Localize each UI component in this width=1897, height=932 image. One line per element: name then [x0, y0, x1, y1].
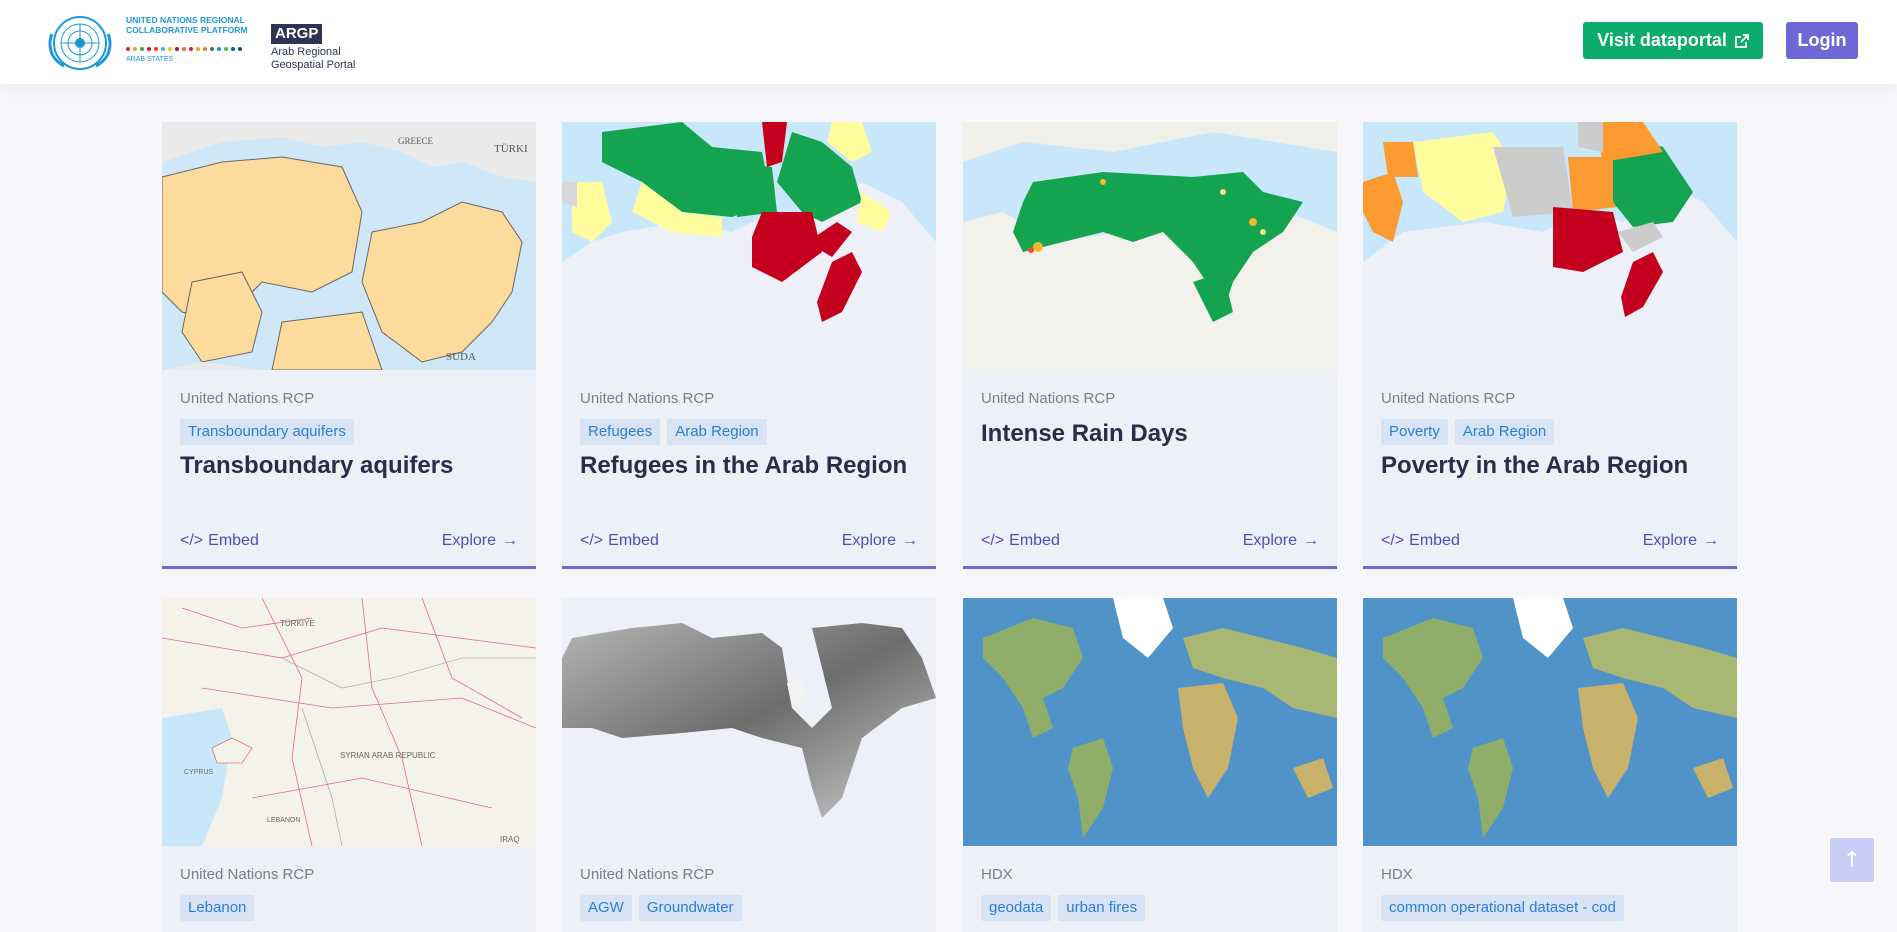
login-button[interactable]: Login [1786, 22, 1858, 59]
tag[interactable]: urban fires [1058, 895, 1146, 921]
tag[interactable]: Poverty [1381, 419, 1448, 445]
card-tags: Transboundary aquifers [180, 419, 354, 445]
tag[interactable]: Arab Region [1454, 419, 1555, 445]
arrow-up-icon: ↑ [1842, 847, 1862, 873]
tag[interactable]: Groundwater [638, 895, 742, 921]
argp-logo-name: Arab Regional Geospatial Portal [271, 46, 355, 72]
embed-label: Embed [608, 532, 659, 549]
code-icon: </> [180, 532, 204, 549]
dataset-card[interactable]: United Nations RCP AGW Groundwater [562, 598, 936, 932]
map-thumbnail[interactable]: TÜRKIYE CYPRUS SYRIAN ARAB REPUBLIC LEBA… [162, 598, 536, 846]
tag[interactable]: geodata [981, 895, 1052, 921]
code-icon: </> [981, 532, 1005, 549]
map-label-iraq: IRAQ [500, 835, 520, 844]
tag[interactable]: Transboundary aquifers [180, 419, 354, 445]
explore-label: Explore [841, 532, 896, 549]
map-label-sudan: SUDA [446, 351, 476, 363]
embed-link[interactable]: </> Embed [580, 532, 659, 550]
argp-logo-badge[interactable]: ARGP [271, 24, 323, 44]
card-source: United Nations RCP [1381, 390, 1516, 407]
visit-dataportal-button[interactable]: Visit dataportal [1583, 22, 1763, 59]
map-thumbnail[interactable]: GREECE TÜRKI SUDA [162, 122, 536, 370]
embed-label: Embed [208, 532, 259, 549]
card-source: HDX [1381, 866, 1413, 883]
explore-label: Explore [1242, 532, 1297, 549]
code-icon: </> [580, 532, 604, 549]
dataset-card[interactable]: GREECE TÜRKI SUDA United Nations RCP Tra… [162, 122, 536, 569]
embed-label: Embed [1409, 532, 1460, 549]
map-thumbnail[interactable] [562, 122, 936, 370]
login-label: Login [1797, 30, 1847, 50]
explore-label: Explore [441, 532, 496, 549]
card-tags: geodata urban fires [981, 895, 1146, 921]
card-tags: Poverty Arab Region [1381, 419, 1555, 445]
card-title[interactable]: Poverty in the Arab Region [1381, 452, 1688, 480]
code-icon: </> [1381, 532, 1405, 549]
map-label-syria: SYRIAN ARAB REPUBLIC [340, 751, 436, 760]
arrow-right-icon: → [1303, 532, 1319, 549]
card-tags: AGW Groundwater [580, 895, 742, 921]
argp-name-line2: Geospatial Portal [271, 59, 356, 71]
site-header: UNITED NATIONS REGIONAL COLLABORATIVE PL… [0, 0, 1897, 84]
card-source: HDX [981, 866, 1013, 883]
card-title[interactable]: Intense Rain Days [981, 420, 1188, 448]
visit-dataportal-label: Visit dataportal [1597, 30, 1727, 50]
card-title[interactable]: Transboundary aquifers [180, 452, 453, 480]
tag[interactable]: Lebanon [180, 895, 255, 921]
tag[interactable]: Arab Region [667, 419, 767, 445]
map-label-lebanon: LEBANON [267, 817, 300, 824]
card-source: United Nations RCP [580, 390, 715, 407]
arrow-right-icon: → [502, 532, 518, 549]
explore-link[interactable]: Explore → [1243, 532, 1319, 550]
card-title[interactable]: Refugees in the Arab Region [580, 452, 907, 480]
map-thumbnail[interactable] [1363, 598, 1737, 846]
map-thumbnail[interactable] [562, 598, 936, 846]
external-link-icon [1734, 33, 1749, 48]
card-tags: Lebanon [180, 895, 255, 921]
tag[interactable]: AGW [580, 895, 632, 921]
scroll-to-top-button[interactable]: ↑ [1830, 838, 1874, 882]
card-source: United Nations RCP [180, 866, 315, 883]
dataset-card[interactable]: HDX common operational dataset - cod [1363, 598, 1737, 932]
tag[interactable]: common operational dataset - cod [1381, 895, 1624, 921]
explore-link[interactable]: Explore → [842, 532, 918, 550]
card-tags: Refugees Arab Region [580, 419, 767, 445]
explore-link[interactable]: Explore → [1643, 532, 1719, 550]
arrow-right-icon: → [1703, 532, 1719, 549]
dataset-card[interactable]: TÜRKIYE CYPRUS SYRIAN ARAB REPUBLIC LEBA… [162, 598, 536, 932]
map-label-turkiye: TÜRKIYE [280, 619, 315, 628]
un-logo-subtitle: ARAB STATES [126, 56, 174, 63]
card-source: United Nations RCP [580, 866, 715, 883]
argp-name-line1: Arab Regional [271, 46, 341, 58]
dataset-card[interactable]: HDX geodata urban fires [963, 598, 1337, 932]
dataset-card[interactable]: United Nations RCP Refugees Arab Region … [562, 122, 936, 569]
un-logo-text: UNITED NATIONS REGIONAL COLLABORATIVE PL… [126, 15, 248, 35]
map-label-turkey: TÜRKI [494, 143, 528, 155]
card-source: United Nations RCP [180, 390, 315, 407]
un-emblem-logo[interactable] [42, 12, 118, 74]
explore-link[interactable]: Explore → [442, 532, 518, 550]
embed-link[interactable]: </> Embed [1381, 532, 1460, 550]
embed-link[interactable]: </> Embed [180, 532, 259, 550]
dataset-card[interactable]: United Nations RCP Poverty Arab Region P… [1363, 122, 1737, 569]
embed-link[interactable]: </> Embed [981, 532, 1060, 550]
sdg-color-dots [126, 47, 242, 51]
map-label-greece: GREECE [398, 136, 434, 146]
map-thumbnail[interactable] [1363, 122, 1737, 370]
explore-label: Explore [1642, 532, 1697, 549]
map-thumbnail[interactable] [963, 122, 1337, 370]
map-thumbnail[interactable] [963, 598, 1337, 846]
tag[interactable]: Refugees [580, 419, 661, 445]
dataset-card[interactable]: United Nations RCP Intense Rain Days </>… [963, 122, 1337, 569]
card-tags: common operational dataset - cod [1381, 895, 1624, 921]
map-label-cyprus: CYPRUS [184, 769, 214, 776]
arrow-right-icon: → [902, 532, 918, 549]
card-source: United Nations RCP [981, 390, 1116, 407]
embed-label: Embed [1009, 532, 1060, 549]
